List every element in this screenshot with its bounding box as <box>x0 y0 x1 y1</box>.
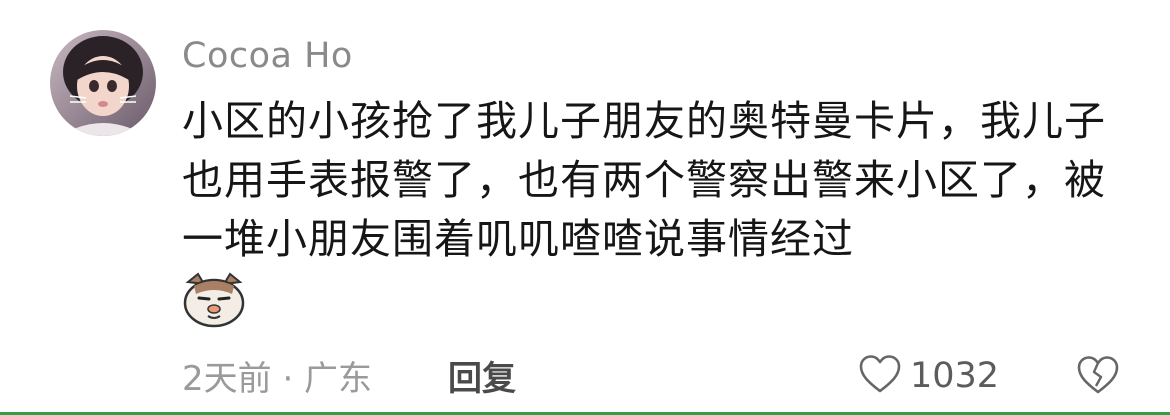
heart-outline-icon <box>858 354 902 398</box>
comment-text: 小区的小孩抢了我儿子朋友的奥特曼卡片，我儿子也用手表报警了，也有两个警察出警来小… <box>182 97 1106 263</box>
broken-heart-icon[interactable] <box>1076 353 1120 397</box>
cat-face-sticker-icon <box>182 272 246 328</box>
time-location: 2天前 · 广东 <box>182 359 373 399</box>
like-button[interactable]: 1032 <box>858 352 999 400</box>
avatar[interactable] <box>50 30 156 136</box>
reply-button[interactable]: 回复 <box>448 351 516 400</box>
username[interactable]: Cocoa Ho <box>182 36 353 76</box>
comment-item: Cocoa Ho 小区的小孩抢了我儿子朋友的奥特曼卡片，我儿子也用手表报警了，也… <box>0 0 1170 415</box>
like-count: 1032 <box>910 356 1000 396</box>
